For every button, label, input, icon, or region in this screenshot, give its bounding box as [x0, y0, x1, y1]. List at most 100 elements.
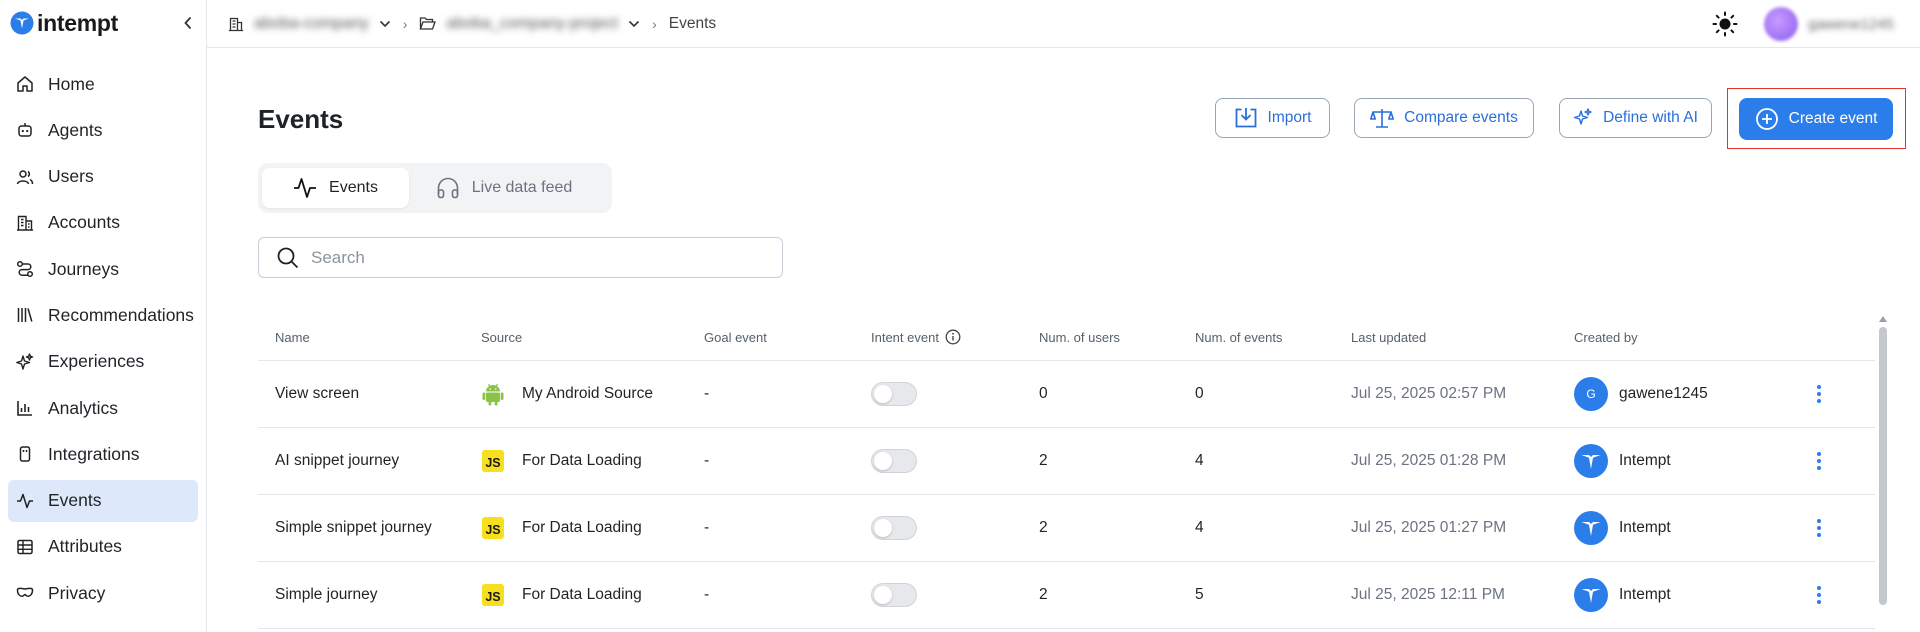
created-by: Intempt: [1574, 511, 1804, 545]
download-tray-icon: [1235, 108, 1256, 128]
scale-icon: [1370, 109, 1395, 128]
sidebar-item-analytics[interactable]: Analytics: [8, 387, 198, 429]
sidebar-item-recommendations[interactable]: Recommendations: [8, 294, 198, 336]
last-updated: Jul 25, 2025 01:27 PM: [1351, 519, 1507, 536]
import-button[interactable]: Import: [1215, 98, 1330, 138]
scroll-thumb[interactable]: [1879, 327, 1887, 605]
chevron-down-icon: [379, 20, 390, 27]
row-actions-menu[interactable]: [1804, 586, 1834, 604]
view-tabs: Events Live data feed: [258, 163, 612, 213]
header-intent-event-label: Intent event: [871, 329, 939, 345]
sidebar-item-agents[interactable]: Agents: [8, 109, 198, 151]
scrollbar[interactable]: [1878, 314, 1888, 632]
sidebar-item-users[interactable]: Users: [8, 156, 198, 198]
main-content: aboba-company › aboba_company-project › …: [207, 0, 1920, 632]
sidebar-item-label: Events: [48, 490, 102, 511]
header-num-users[interactable]: Num. of users: [1039, 330, 1195, 345]
tab-live-data-feed[interactable]: Live data feed: [409, 168, 599, 208]
header-num-events[interactable]: Num. of events: [1195, 330, 1351, 345]
sidebar-nav: Home Agents Users Accounts Journeys Recommend…: [0, 46, 206, 614]
table-row[interactable]: View screen My Android Source - 0 0 Jul 25, 2…: [258, 361, 1875, 428]
scroll-up-arrow[interactable]: [1879, 316, 1887, 322]
org-name: aboba-company: [254, 14, 369, 32]
event-source: JS For Data Loading: [481, 583, 704, 607]
sidebar-item-journeys[interactable]: Journeys: [8, 248, 198, 290]
header-source[interactable]: Source: [481, 330, 704, 345]
event-name[interactable]: AI snippet journey: [258, 452, 481, 470]
sidebar-item-attributes[interactable]: Attributes: [8, 526, 198, 568]
table-row[interactable]: Simple journey JS For Data Loading - 2 5 Jul 2…: [258, 562, 1875, 629]
created-by: Ggawene1245: [1574, 377, 1804, 411]
theme-toggle-button[interactable]: [1712, 11, 1738, 37]
building-icon: [16, 214, 34, 232]
plug-icon: [16, 445, 34, 463]
table-row[interactable]: AI snippet journey JS For Data Loading - 2 4 J…: [258, 428, 1875, 495]
intempt-logo-icon: [1581, 522, 1601, 536]
sidebar-item-experiences[interactable]: Experiences: [8, 341, 198, 383]
sidebar-item-privacy[interactable]: Privacy: [8, 572, 198, 614]
intent-event-toggle[interactable]: [871, 449, 917, 473]
intempt-logo-icon: [1581, 589, 1601, 603]
event-name[interactable]: View screen: [258, 385, 481, 403]
intent-event-cell: [871, 516, 1039, 540]
event-source-label: For Data Loading: [522, 519, 642, 536]
sidebar-item-accounts[interactable]: Accounts: [8, 202, 198, 244]
compare-events-button[interactable]: Compare events: [1354, 98, 1534, 138]
header-intent-event[interactable]: Intent event: [871, 329, 1039, 345]
intent-event-toggle[interactable]: [871, 382, 917, 406]
event-name[interactable]: Simple journey: [258, 586, 481, 604]
sidebar-item-label: Integrations: [48, 443, 140, 464]
event-source-label: My Android Source: [522, 385, 653, 402]
define-with-ai-label: Define with AI: [1603, 109, 1698, 126]
sidebar-item-label: Experiences: [48, 351, 145, 372]
search-input[interactable]: [311, 247, 751, 268]
info-icon[interactable]: [945, 329, 961, 345]
sidebar-item-events[interactable]: Events: [8, 479, 198, 522]
intempt-logo-icon: [10, 11, 34, 35]
sparkles-icon: [16, 353, 34, 371]
breadcrumb-org[interactable]: aboba-company: [228, 15, 391, 33]
breadcrumb-separator: ›: [402, 15, 408, 32]
row-actions-menu[interactable]: [1804, 385, 1834, 403]
intent-event-cell: [871, 449, 1039, 473]
row-actions-menu[interactable]: [1804, 519, 1834, 537]
javascript-icon: JS: [482, 450, 504, 472]
header-last-updated[interactable]: Last updated: [1351, 330, 1574, 345]
chevron-down-icon: [629, 20, 640, 27]
row-actions-menu[interactable]: [1804, 452, 1834, 470]
created-by-name: Intempt: [1619, 586, 1671, 603]
create-event-button[interactable]: Create event: [1739, 98, 1893, 140]
library-icon: [16, 306, 34, 324]
header-name[interactable]: Name: [258, 330, 481, 345]
avatar: [1764, 7, 1798, 41]
activity-icon: [294, 178, 317, 198]
brand[interactable]: intempt: [0, 0, 206, 46]
intent-event-toggle[interactable]: [871, 583, 917, 607]
num-events: 5: [1195, 586, 1204, 603]
sidebar-item-label: Agents: [48, 119, 103, 140]
collapse-sidebar-button[interactable]: [178, 13, 198, 33]
sidebar-item-home[interactable]: Home: [8, 63, 198, 105]
tab-events[interactable]: Events: [262, 168, 409, 208]
kebab-menu-icon: [1817, 519, 1821, 537]
sidebar-item-label: Analytics: [48, 397, 119, 418]
intent-event-cell: [871, 583, 1039, 607]
define-with-ai-button[interactable]: Define with AI: [1559, 98, 1712, 138]
user-menu[interactable]: gawene1245: [1764, 7, 1894, 41]
last-updated: Jul 25, 2025 02:57 PM: [1351, 385, 1507, 402]
table-row[interactable]: Simple snippet journey JS For Data Loading…: [258, 495, 1875, 562]
header-goal-event[interactable]: Goal event: [704, 330, 871, 345]
create-event-label: Create event: [1788, 110, 1878, 127]
num-events: 0: [1195, 385, 1204, 402]
kebab-menu-icon: [1817, 385, 1821, 403]
javascript-icon: JS: [482, 584, 504, 606]
intent-event-toggle[interactable]: [871, 516, 917, 540]
breadcrumb-project[interactable]: aboba_company-project: [419, 15, 640, 33]
sidebar-item-integrations[interactable]: Integrations: [8, 433, 198, 475]
users-icon: [16, 168, 34, 186]
header-created-by[interactable]: Created by: [1574, 330, 1804, 345]
brand-name: intempt: [37, 9, 118, 36]
event-name[interactable]: Simple snippet journey: [258, 519, 481, 537]
activity-icon: [16, 492, 34, 510]
created-by-name: Intempt: [1619, 519, 1671, 536]
